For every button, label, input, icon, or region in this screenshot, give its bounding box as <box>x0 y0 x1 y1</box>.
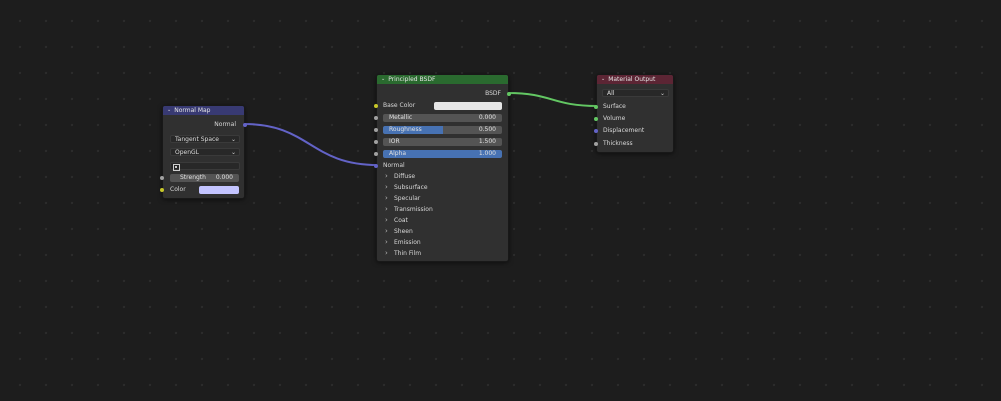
panel-specular[interactable]: › Specular <box>377 194 508 204</box>
convention-select[interactable]: OpenGL ⌄ <box>170 148 240 156</box>
normal-input-socket[interactable] <box>374 164 378 168</box>
node-title: Normal Map <box>174 107 211 114</box>
panel-label: Thin Film <box>394 250 422 257</box>
target-select-value: All <box>607 90 615 97</box>
chevron-right-icon: › <box>385 249 388 257</box>
ior-label: IOR <box>389 138 400 145</box>
collapse-chevron-icon[interactable]: ⌄ <box>601 75 605 84</box>
roughness-label: Roughness <box>389 126 422 133</box>
alpha-label: Alpha <box>389 150 407 157</box>
chevron-down-icon: ⌄ <box>659 90 665 97</box>
panel-label: Emission <box>394 239 421 246</box>
chevron-right-icon: › <box>385 216 388 224</box>
roughness-input-socket[interactable] <box>374 128 378 132</box>
chevron-down-icon: ⌄ <box>230 136 236 143</box>
panel-label: Diffuse <box>394 173 416 180</box>
material-output-header[interactable]: ⌄ Material Output <box>597 75 673 84</box>
thickness-input-socket[interactable] <box>594 142 598 146</box>
surface-label: Surface <box>603 103 626 110</box>
node-title: Material Output <box>608 76 656 83</box>
uv-map-field[interactable] <box>170 162 240 171</box>
panel-label: Sheen <box>394 228 413 235</box>
strength-label: Strength <box>180 174 206 181</box>
material-output-node[interactable]: ⌄ Material Output All ⌄ Surface Volume D… <box>594 74 674 153</box>
chevron-right-icon: › <box>385 205 388 213</box>
thickness-label: Thickness <box>603 140 633 147</box>
normal-input-label: Normal <box>383 162 405 169</box>
normal-output-socket[interactable] <box>243 123 247 127</box>
metallic-label: Metallic <box>389 114 413 121</box>
collapse-chevron-icon[interactable]: ⌄ <box>381 75 385 84</box>
bsdf-link[interactable] <box>507 92 598 107</box>
normal-map-header[interactable]: ⌄ Normal Map <box>163 106 244 115</box>
metallic-input-socket[interactable] <box>374 116 378 120</box>
panel-label: Coat <box>394 217 408 224</box>
chevron-right-icon: › <box>385 227 388 235</box>
principled-bsdf-header[interactable]: ⌄ Principled BSDF <box>377 75 508 84</box>
panel-label: Specular <box>394 195 421 202</box>
roughness-value: 0.500 <box>478 126 496 133</box>
color-swatch[interactable] <box>199 186 239 194</box>
bsdf-output-label: BSDF <box>485 90 501 97</box>
alpha-field[interactable]: Alpha 1.000 <box>383 150 502 158</box>
volume-input-socket[interactable] <box>594 117 598 121</box>
convention-select-value: OpenGL <box>175 149 200 156</box>
panel-sheen[interactable]: › Sheen <box>377 227 508 237</box>
metallic-field[interactable]: Metallic 0.000 <box>383 114 502 122</box>
space-select[interactable]: Tangent Space ⌄ <box>170 135 240 143</box>
color-input-socket[interactable] <box>160 188 164 192</box>
normal-map-node[interactable]: ⌄ Normal Map Normal Tangent Space ⌄ Open… <box>160 105 247 199</box>
chevron-down-icon: ⌄ <box>230 149 236 156</box>
target-select[interactable]: All ⌄ <box>602 89 669 97</box>
uv-map-icon <box>173 164 180 171</box>
roughness-field[interactable]: Roughness 0.500 <box>383 126 502 134</box>
metallic-value: 0.000 <box>478 114 496 121</box>
panel-label: Transmission <box>394 206 433 213</box>
base-color-swatch[interactable] <box>434 102 502 110</box>
base-color-input-socket[interactable] <box>374 104 378 108</box>
chevron-right-icon: › <box>385 183 388 191</box>
surface-input-socket[interactable] <box>594 105 598 109</box>
panel-transmission[interactable]: › Transmission <box>377 205 508 215</box>
ior-field[interactable]: IOR 1.500 <box>383 138 502 146</box>
alpha-value: 1.000 <box>478 150 496 157</box>
panel-thin-film[interactable]: › Thin Film <box>377 249 508 259</box>
base-color-label: Base Color <box>383 102 416 109</box>
space-select-value: Tangent Space <box>175 136 219 143</box>
alpha-input-socket[interactable] <box>374 152 378 156</box>
principled-bsdf-node[interactable]: ⌄ Principled BSDF BSDF Base Color Metall… <box>374 74 511 262</box>
chevron-right-icon: › <box>385 172 388 180</box>
ior-value: 1.500 <box>478 138 496 145</box>
strength-field[interactable]: Strength 0.000 <box>170 174 239 182</box>
chevron-right-icon: › <box>385 238 388 246</box>
panel-label: Subsurface <box>394 184 428 191</box>
panel-diffuse[interactable]: › Diffuse <box>377 172 508 182</box>
strength-value: 0.000 <box>215 174 233 181</box>
normal-output-label: Normal <box>214 121 236 128</box>
ior-input-socket[interactable] <box>374 140 378 144</box>
strength-input-socket[interactable] <box>160 176 164 180</box>
color-label: Color <box>170 186 186 193</box>
displacement-label: Displacement <box>603 127 645 134</box>
node-title: Principled BSDF <box>388 76 436 83</box>
collapse-chevron-icon[interactable]: ⌄ <box>167 106 171 115</box>
volume-label: Volume <box>603 115 626 122</box>
bsdf-output-socket[interactable] <box>507 92 511 96</box>
panel-coat[interactable]: › Coat <box>377 216 508 226</box>
displacement-input-socket[interactable] <box>594 129 598 133</box>
chevron-right-icon: › <box>385 194 388 202</box>
panel-subsurface[interactable]: › Subsurface <box>377 183 508 193</box>
normal-link[interactable] <box>243 123 379 166</box>
panel-emission[interactable]: › Emission <box>377 238 508 248</box>
